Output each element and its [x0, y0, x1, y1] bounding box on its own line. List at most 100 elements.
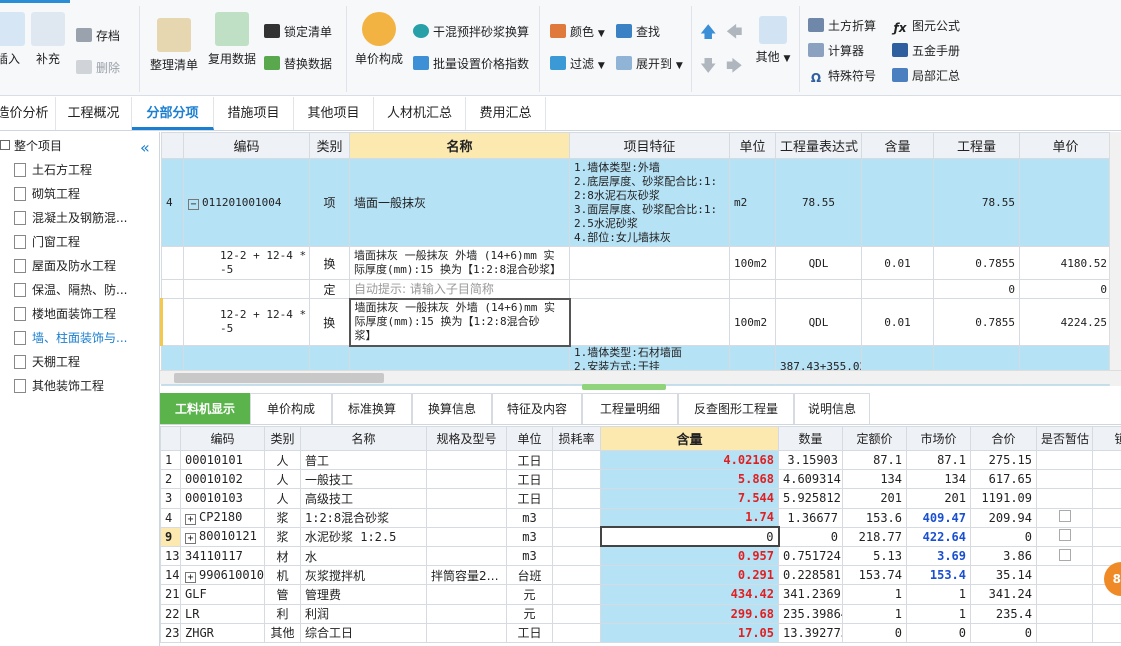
unit-cell[interactable]: 台班 [506, 565, 553, 586]
quantity-cell[interactable]: 0 [933, 279, 1020, 299]
type-cell[interactable]: 浆 [264, 526, 301, 547]
estimate-cell[interactable] [1036, 622, 1093, 643]
content-cell[interactable]: 4.02168 [600, 449, 779, 471]
header-cell[interactable]: 工程量表达式 [775, 132, 862, 159]
estimate-cell[interactable] [1036, 526, 1093, 547]
total-cell[interactable]: 0 [970, 622, 1037, 643]
quota-price-cell[interactable]: 153.74 [842, 565, 907, 586]
estimate-cell[interactable] [1036, 603, 1093, 624]
table-row[interactable]: 13 34110117 材 水 m3 0.957 0.751724 5.13 3… [160, 545, 1121, 567]
expr-cell[interactable]: QDL [775, 298, 862, 346]
quantity-cell[interactable]: 341.23691 [778, 584, 843, 605]
content-cell[interactable]: 0.01 [861, 298, 934, 346]
hardware-manual-button[interactable]: 五金手册 [892, 41, 960, 61]
market-price-cell[interactable]: 0 [906, 622, 971, 643]
tab-description[interactable]: 说明信息 [794, 393, 870, 424]
quantity-cell[interactable]: 4.609314 [778, 469, 843, 490]
code-cell[interactable]: −011201001004 [183, 158, 310, 247]
other-button[interactable]: 其他 ▼ [748, 10, 798, 65]
expr-cell[interactable] [775, 279, 862, 299]
code-cell[interactable]: 00010102 [180, 469, 265, 490]
loss-rate-cell[interactable] [552, 526, 601, 547]
header-cell[interactable]: 单位 [506, 426, 553, 451]
spec-cell[interactable] [426, 622, 507, 643]
tree-root[interactable]: 整个项目 [0, 136, 62, 156]
quota-price-cell[interactable]: 134 [842, 469, 907, 490]
lock-cell[interactable] [1092, 507, 1121, 528]
quantity-cell[interactable]: 0.751724 [778, 545, 843, 567]
header-cell[interactable]: 规格及型号 [426, 426, 507, 451]
expand-icon[interactable]: + [185, 514, 196, 526]
batch-price-index-button[interactable]: 批量设置价格指数 [413, 54, 529, 74]
estimate-cell[interactable] [1036, 469, 1093, 490]
replace-data-button[interactable]: 替换数据 [264, 54, 332, 74]
table-row[interactable]: 23 ZHGR 其他 综合工日 工日 17.05 13.392775 0 0 0 [160, 622, 1121, 643]
collapse-icon[interactable]: − [188, 198, 199, 210]
content-cell[interactable] [861, 158, 934, 247]
lock-cell[interactable] [1092, 469, 1121, 490]
quota-price-cell[interactable]: 0 [842, 622, 907, 643]
hint-cell[interactable]: 自动提示: 请输入子目简称 [349, 279, 570, 299]
type-cell[interactable]: 换 [309, 246, 350, 280]
table-row[interactable]: 定 自动提示: 请输入子目简称 0 0 [161, 279, 1112, 299]
name-cell[interactable]: 综合工日 [300, 622, 427, 643]
code-cell[interactable]: GLF [180, 584, 265, 605]
quota-price-cell[interactable]: 218.77 [842, 526, 907, 547]
header-cell[interactable]: 含量 [861, 132, 934, 159]
reuse-data-button[interactable]: 复用数据 [204, 6, 260, 67]
code-cell[interactable]: +990610010 [180, 565, 265, 586]
price-cell[interactable]: 0 [1019, 279, 1112, 299]
loss-rate-cell[interactable] [552, 622, 601, 643]
quota-price-cell[interactable]: 1 [842, 603, 907, 624]
features-cell[interactable] [569, 246, 730, 280]
tab-conversion-info[interactable]: 换算信息 [412, 393, 492, 424]
code-cell[interactable]: ZHGR [180, 622, 265, 643]
loss-rate-cell[interactable] [552, 584, 601, 605]
unit-cell[interactable]: 元 [506, 603, 553, 624]
unit-cell[interactable] [729, 279, 776, 299]
name-cell[interactable]: 水泥砂浆 1:2.5 [300, 526, 427, 547]
organize-list-button[interactable]: 整理清单 [146, 12, 202, 73]
quantity-cell[interactable]: 0.7855 [933, 298, 1020, 346]
content-cell[interactable]: 17.05 [600, 622, 779, 643]
quota-price-cell[interactable]: 153.6 [842, 507, 907, 528]
header-cell[interactable]: 损耗率 [552, 426, 601, 451]
table-row[interactable]: 1 00010101 人 普工 工日 4.02168 3.15903 87.1 … [160, 449, 1121, 471]
expand-icon[interactable]: + [185, 571, 196, 583]
name-cell[interactable]: 灰浆搅拌机 [300, 565, 427, 586]
content-cell[interactable]: 7.544 [600, 488, 779, 509]
header-cell[interactable]: 锁定 [1092, 426, 1121, 451]
spec-cell[interactable] [426, 488, 507, 509]
name-cell[interactable]: 水 [300, 545, 427, 567]
tree-item[interactable]: 混凝土及钢筋混... [14, 207, 160, 229]
unit-cell[interactable]: 元 [506, 584, 553, 605]
quantity-cell[interactable]: 5.925812 [778, 488, 843, 509]
archive-button[interactable]: 存档 [76, 26, 120, 46]
header-cell[interactable]: 类别 [309, 132, 350, 159]
estimate-cell[interactable] [1036, 545, 1093, 567]
header-cell[interactable]: 类别 [264, 426, 301, 451]
header-cell[interactable]: 单价 [1019, 132, 1112, 159]
type-cell[interactable]: 定 [309, 279, 350, 299]
spec-cell[interactable] [426, 584, 507, 605]
table-row[interactable]: 21 GLF 管 管理费 元 434.42 341.23691 1 1 341.… [160, 584, 1121, 605]
header-cell[interactable]: 单位 [729, 132, 776, 159]
tree-item[interactable]: 门窗工程 [14, 231, 160, 253]
header-cell[interactable]: 工程量 [933, 132, 1020, 159]
estimate-cell[interactable] [1036, 488, 1093, 509]
special-symbol-button[interactable]: Ω 特殊符号 [808, 66, 876, 86]
tab-standard-conversion[interactable]: 标准换算 [332, 393, 412, 424]
header-cell[interactable]: 项目特征 [569, 132, 730, 159]
total-cell[interactable]: 617.65 [970, 469, 1037, 490]
unit-price-composition-button[interactable]: 单价构成 [351, 6, 407, 67]
move-up-icon[interactable]: 🡅 [700, 22, 716, 42]
tree-item[interactable]: 保温、隔热、防... [14, 279, 160, 301]
tab-quantity-details[interactable]: 工程量明细 [582, 393, 678, 424]
table-row[interactable]: 4 + CP2180 浆 1:2:8混合砂浆 m3 1.74 1.36677 15… [160, 507, 1121, 528]
quantity-cell[interactable]: 0.7855 [933, 246, 1020, 280]
code-cell[interactable]: +80010121 [180, 526, 265, 547]
header-cell[interactable]: 是否暂估 [1036, 426, 1093, 451]
price-cell[interactable]: 4180.52 [1019, 246, 1112, 280]
quantity-cell[interactable]: 3.15903 [778, 449, 843, 471]
content-cell[interactable]: 0.291 [600, 565, 779, 586]
